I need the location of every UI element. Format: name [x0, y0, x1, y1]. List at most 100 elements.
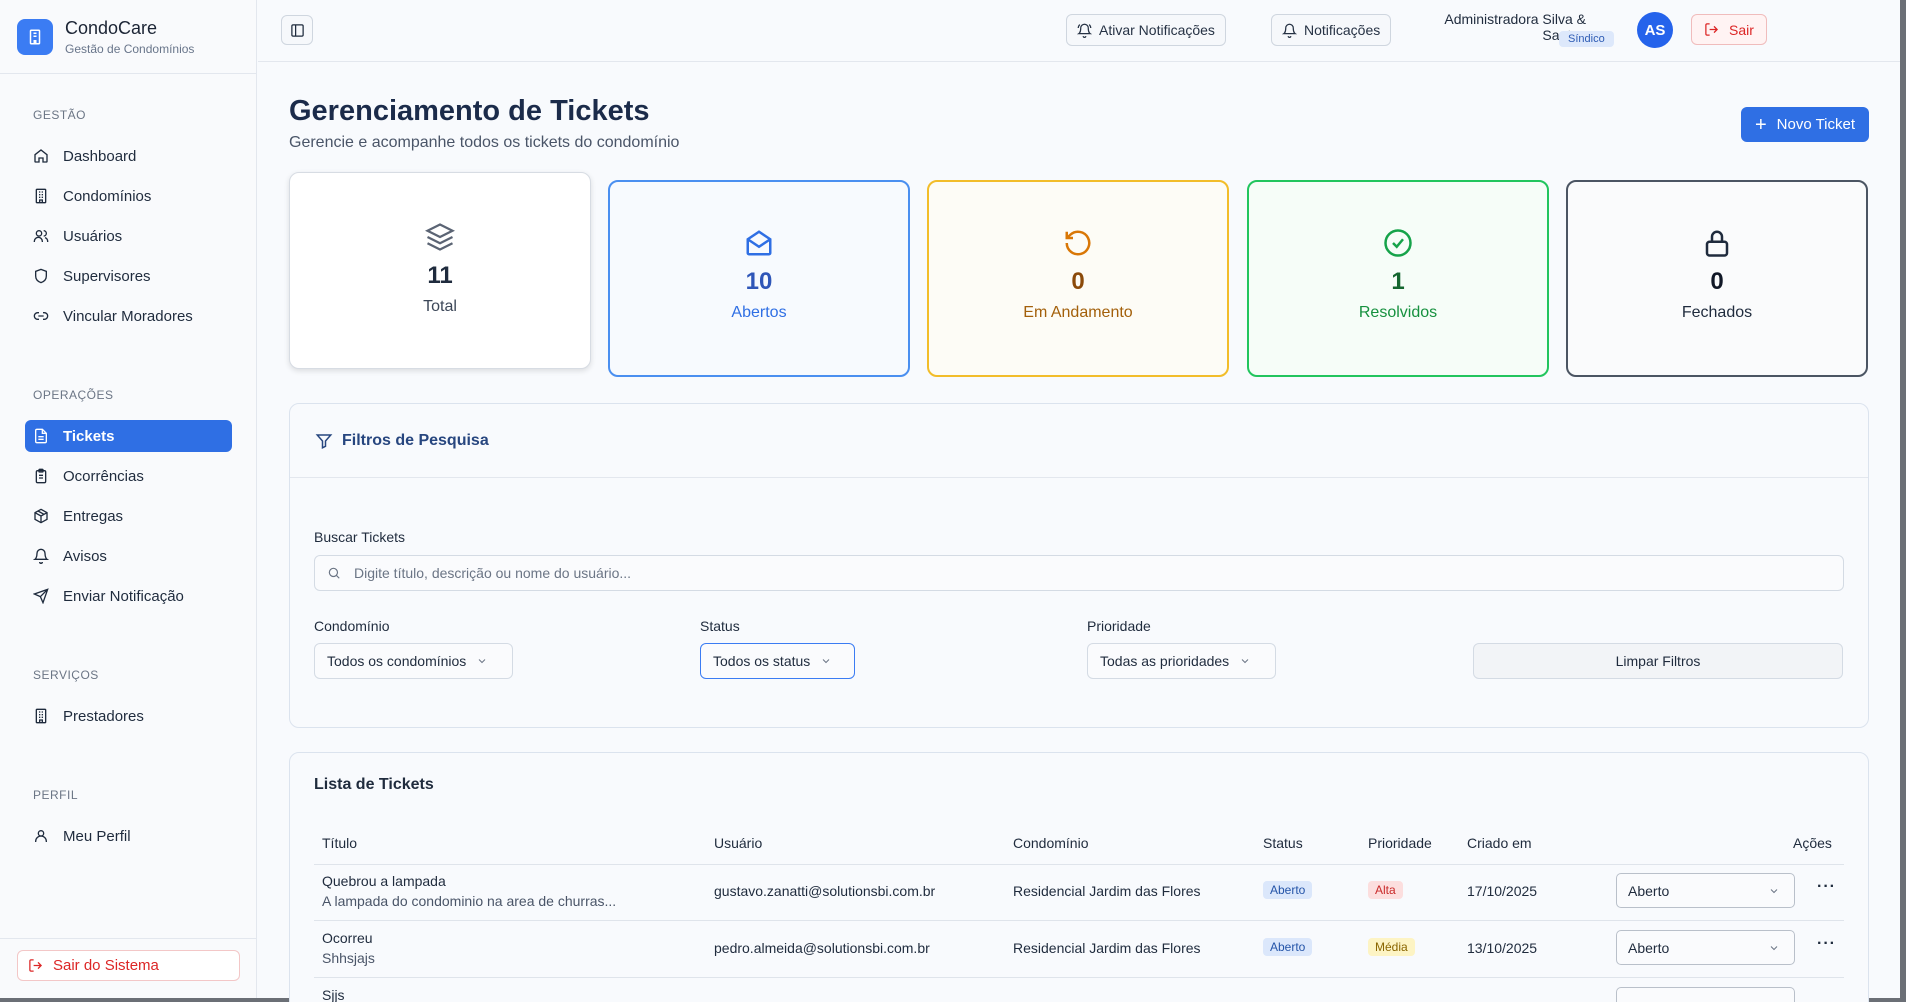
- notifications-button[interactable]: Notificações: [1271, 14, 1392, 46]
- priority-select[interactable]: Todas as prioridades: [1087, 643, 1276, 679]
- avatar[interactable]: AS: [1637, 12, 1673, 48]
- more-actions-icon[interactable]: ···: [1817, 935, 1836, 953]
- new-ticket-button[interactable]: + Novo Ticket: [1741, 107, 1869, 142]
- nav-section-servicos: SERVIÇOS Prestadores: [0, 668, 257, 732]
- sidebar-item-label: Meu Perfil: [63, 827, 131, 845]
- stat-abertos-value: 10: [745, 268, 773, 295]
- stat-card-resolvidos[interactable]: 1 Resolvidos: [1247, 180, 1549, 377]
- ticket-condo: Residencial Jardim das Flores: [1013, 883, 1201, 899]
- sidebar: CondoCare Gestão de Condomínios GESTÃO D…: [0, 0, 257, 998]
- shield-icon: [35, 268, 47, 284]
- chevron-down-icon: [478, 659, 486, 664]
- ticket-status-select[interactable]: Aberto: [1616, 930, 1795, 965]
- building-icon: [35, 188, 47, 204]
- sidebar-item-label: Prestadores: [63, 707, 144, 725]
- page-title: Gerenciamento de Tickets: [289, 95, 650, 127]
- bell-ring-icon: [1077, 23, 1092, 38]
- chevron-down-icon: [1770, 888, 1778, 893]
- column-header-priority: Prioridade: [1368, 835, 1432, 851]
- activate-notifications-button[interactable]: Ativar Notificações: [1066, 14, 1226, 46]
- column-header-user: Usuário: [714, 835, 763, 851]
- search-field[interactable]: [314, 555, 1844, 591]
- stat-total-label: Total: [423, 298, 457, 315]
- new-ticket-label: Novo Ticket: [1776, 116, 1856, 133]
- stat-card-em-andamento[interactable]: 0 Em Andamento: [927, 180, 1229, 377]
- nav-heading: OPERAÇÕES: [33, 388, 114, 402]
- nav-heading: PERFIL: [33, 788, 79, 802]
- ticket-status-select[interactable]: Aberto: [1616, 873, 1795, 908]
- filter-icon: [315, 433, 333, 449]
- sidebar-item-tickets[interactable]: Tickets: [25, 420, 232, 452]
- notifications-label: Notificações: [1304, 22, 1381, 38]
- sidebar-item-label: Supervisores: [63, 267, 151, 285]
- status-badge: Aberto: [1263, 938, 1313, 956]
- nav-section-gestao: GESTÃO Dashboard Condomínios Usuários Su…: [0, 108, 257, 332]
- ticket-condo: Residencial Jardim das Flores: [1013, 940, 1201, 956]
- ticket-created-date: 13/10/2025: [1467, 940, 1538, 956]
- sidebar-item-entregas[interactable]: Entregas: [25, 500, 232, 532]
- stat-card-total[interactable]: 11 Total: [289, 172, 591, 369]
- stat-card-abertos[interactable]: 10 Abertos: [608, 180, 910, 377]
- logout-label: Sair: [1729, 21, 1754, 38]
- brand-subtitle: Gestão de Condomínios: [65, 41, 195, 56]
- top-header: Ativar Notificações Notificações Adminis…: [258, 0, 1900, 62]
- sidebar-item-ocorrencias[interactable]: Ocorrências: [25, 460, 232, 492]
- sidebar-item-supervisores[interactable]: Supervisores: [25, 260, 232, 292]
- priority-select-value: Todas as prioridades: [1100, 653, 1230, 669]
- sidebar-item-condominios[interactable]: Condomínios: [25, 180, 232, 212]
- clear-filters-button[interactable]: Limpar Filtros: [1473, 643, 1843, 679]
- sidebar-item-label: Avisos: [63, 547, 107, 565]
- table-divider: [314, 864, 1844, 865]
- users-icon: [33, 230, 49, 242]
- stat-em-andamento-value: 0: [1071, 268, 1085, 295]
- stat-fechados-label: Fechados: [1681, 304, 1753, 321]
- sidebar-item-avisos[interactable]: Avisos: [25, 540, 232, 572]
- mail-open-icon: [746, 230, 772, 256]
- stat-em-andamento-label: Em Andamento: [1023, 304, 1133, 321]
- stat-card-fechados[interactable]: 0 Fechados: [1566, 180, 1868, 377]
- lock-icon: [1705, 230, 1729, 257]
- column-header-title: Título: [322, 835, 358, 851]
- brand: CondoCare Gestão de Condomínios: [0, 0, 256, 74]
- sidebar-item-usuarios[interactable]: Usuários: [25, 220, 232, 252]
- more-actions-icon[interactable]: ···: [1817, 878, 1836, 896]
- status-select[interactable]: Todos os status: [700, 643, 855, 679]
- chevron-down-icon: [1770, 945, 1778, 950]
- stat-fechados-value: 0: [1710, 268, 1724, 295]
- sidebar-item-dashboard[interactable]: Dashboard: [25, 140, 232, 172]
- ticket-description: A lampada do condominio na area de churr…: [322, 893, 617, 909]
- chevron-down-icon: [1241, 659, 1249, 664]
- priority-badge: Alta: [1368, 881, 1403, 899]
- building-icon: [35, 708, 47, 724]
- condominio-select[interactable]: Todos os condomínios: [314, 643, 513, 679]
- sidebar-item-label: Entregas: [63, 507, 124, 525]
- sidebar-item-label: Ocorrências: [63, 467, 144, 485]
- sidebar-item-enviar-notificacao[interactable]: Enviar Notificação: [25, 580, 232, 612]
- status-label: Status: [700, 618, 740, 634]
- sidebar-item-meu-perfil[interactable]: Meu Perfil: [25, 820, 232, 852]
- ticket-title: Sjjs: [322, 987, 345, 1002]
- ticket-user: pedro.almeida@solutionsbi.com.br: [714, 940, 930, 956]
- bell-icon: [33, 548, 49, 564]
- search-label: Buscar Tickets: [314, 529, 406, 545]
- column-header-created: Criado em: [1467, 835, 1532, 851]
- nav-heading: SERVIÇOS: [33, 668, 99, 682]
- ticket-title: Quebrou a lampada: [322, 873, 446, 889]
- sidebar-item-label: Enviar Notificação: [63, 587, 184, 605]
- condominio-select-value: Todos os condomínios: [327, 653, 467, 669]
- condominio-label: Condomínio: [314, 618, 390, 634]
- ticket-description: Shhsjajs: [322, 950, 375, 966]
- chevron-down-icon: [822, 659, 830, 664]
- package-icon: [34, 508, 48, 524]
- sidebar-item-vincular-moradores[interactable]: Vincular Moradores: [25, 300, 232, 332]
- ticket-status-select[interactable]: [1616, 987, 1795, 1002]
- priority-label: Prioridade: [1087, 618, 1151, 634]
- stat-abertos-label: Abertos: [731, 304, 787, 321]
- logout-system-button[interactable]: Sair do Sistema: [17, 950, 240, 981]
- logout-button[interactable]: Sair: [1691, 14, 1767, 45]
- sidebar-item-prestadores[interactable]: Prestadores: [25, 700, 232, 732]
- search-input[interactable]: [354, 565, 1834, 581]
- sidebar-item-label: Tickets: [63, 427, 115, 445]
- sidebar-toggle-button[interactable]: [281, 15, 313, 45]
- column-header-condo: Condomínio: [1013, 835, 1089, 851]
